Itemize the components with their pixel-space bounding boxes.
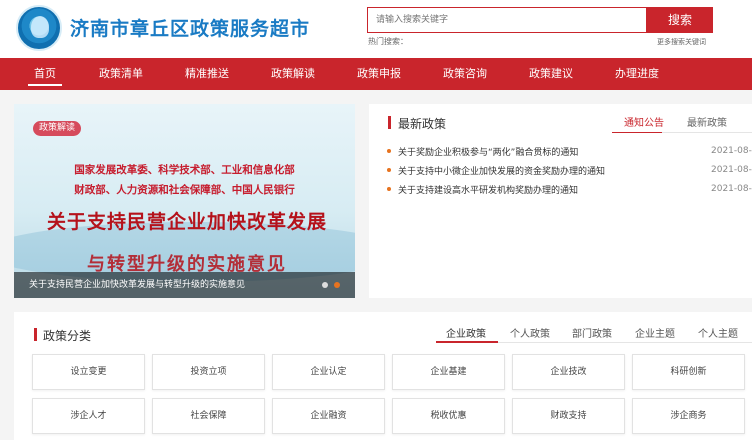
banner-carousel[interactable]: 政策解读 国家发展改革委、科学技术部、工业和信息化部 财政部、人力资源和社会保障… [14, 104, 355, 298]
category-enterprise-certification[interactable]: 企业认定 [272, 354, 385, 390]
nav-item-progress[interactable]: 办理进度 [608, 58, 666, 90]
nav-item-policy-list[interactable]: 政策清单 [92, 58, 150, 90]
main-nav: 首页 政策清单 精准推送 政策解读 政策申报 政策咨询 政策建议 办理进度 [0, 58, 752, 90]
search-input[interactable] [367, 7, 647, 33]
news-item-date: 2021-08- [711, 146, 752, 156]
tab-latest-policy[interactable]: 最新政策 [687, 114, 727, 129]
bullet-icon [387, 187, 391, 191]
tab-department-policy[interactable]: 部门政策 [572, 325, 612, 340]
banner-subtitle-2: 财政部、人力资源和社会保障部、中国人民银行 [74, 184, 295, 196]
policy-category-panel: 政策分类 企业政策 个人政策 部门政策 企业主题 个人主题 设立变更 投资立项 … [14, 312, 752, 440]
tab-enterprise-theme[interactable]: 企业主题 [635, 325, 675, 340]
nav-item-policy-suggestion[interactable]: 政策建议 [522, 58, 580, 90]
tab-personal-policy[interactable]: 个人政策 [510, 325, 550, 340]
bullet-icon [387, 149, 391, 153]
banner-caption[interactable]: 关于支持民营企业加快改革发展与转型升级的实施意见 [14, 272, 355, 298]
active-tab-underline [612, 132, 662, 133]
category-tax[interactable]: 税收优惠 [392, 398, 505, 434]
news-item-date: 2021-08- [711, 165, 752, 175]
news-item-title[interactable]: 关于支持中小微企业加快发展的资金奖励办理的通知 [398, 164, 605, 177]
tab-notices[interactable]: 通知公告 [624, 114, 664, 129]
bullet-icon [387, 168, 391, 172]
news-item-title[interactable]: 关于支持建设高水平研发机构奖励办理的通知 [398, 183, 578, 196]
news-item[interactable]: 关于支持建设高水平研发机构奖励办理的通知 2021-08- [387, 182, 752, 200]
banner-headline-1: 关于支持民营企业加快改革发展 [46, 211, 327, 233]
carousel-dot-active[interactable] [334, 282, 340, 288]
category-fiscal-support[interactable]: 财政支持 [512, 398, 625, 434]
site-header: 济南市章丘区政策服务超市 搜索 热门搜索： 更多搜索关键词 [0, 0, 752, 58]
category-commerce[interactable]: 涉企商务 [632, 398, 745, 434]
more-keywords-link[interactable]: 更多搜索关键词 [657, 37, 706, 47]
hot-search-label: 热门搜索： [368, 37, 408, 46]
news-section-title: 最新政策 [398, 117, 447, 131]
circular-emblem-icon[interactable] [16, 5, 62, 51]
category-research-innovation[interactable]: 科研创新 [632, 354, 745, 390]
tab-personal-theme[interactable]: 个人主题 [698, 325, 738, 340]
nav-item-precise-push[interactable]: 精准推送 [178, 58, 236, 90]
banner-subtitle-1: 国家发展改革委、科学技术部、工业和信息化部 [74, 164, 295, 176]
nav-item-home[interactable]: 首页 [20, 58, 70, 90]
category-section-title: 政策分类 [43, 329, 92, 343]
category-construction[interactable]: 企业基建 [392, 354, 505, 390]
carousel-dot[interactable] [322, 282, 328, 288]
category-social-security[interactable]: 社会保障 [152, 398, 265, 434]
category-talent[interactable]: 涉企人才 [32, 398, 145, 434]
nav-item-policy-application[interactable]: 政策申报 [350, 58, 408, 90]
category-financing[interactable]: 企业融资 [272, 398, 385, 434]
banner-tag: 政策解读 [33, 121, 82, 136]
section-marker [34, 328, 37, 341]
news-item-title[interactable]: 关于奖励企业积极参与“两化”融合贯标的通知 [398, 145, 578, 158]
nav-item-policy-interpretation[interactable]: 政策解读 [264, 58, 322, 90]
latest-policy-panel: 最新政策 通知公告 最新政策 关于奖励企业积极参与“两化”融合贯标的通知 202… [369, 104, 752, 298]
tab-enterprise-policy[interactable]: 企业政策 [446, 325, 486, 340]
active-tab-underline [436, 341, 498, 343]
category-investment[interactable]: 投资立项 [152, 354, 265, 390]
news-item-date: 2021-08- [711, 184, 752, 194]
section-marker [388, 116, 391, 129]
news-item[interactable]: 关于支持中小微企业加快发展的资金奖励办理的通知 2021-08- [387, 163, 752, 181]
news-item[interactable]: 关于奖励企业积极参与“两化”融合贯标的通知 2021-08- [387, 144, 752, 162]
search-button[interactable]: 搜索 [647, 7, 713, 33]
nav-item-policy-consultation[interactable]: 政策咨询 [436, 58, 494, 90]
site-title[interactable]: 济南市章丘区政策服务超市 [70, 14, 310, 41]
category-setup-change[interactable]: 设立变更 [32, 354, 145, 390]
category-tech-upgrade[interactable]: 企业技改 [512, 354, 625, 390]
